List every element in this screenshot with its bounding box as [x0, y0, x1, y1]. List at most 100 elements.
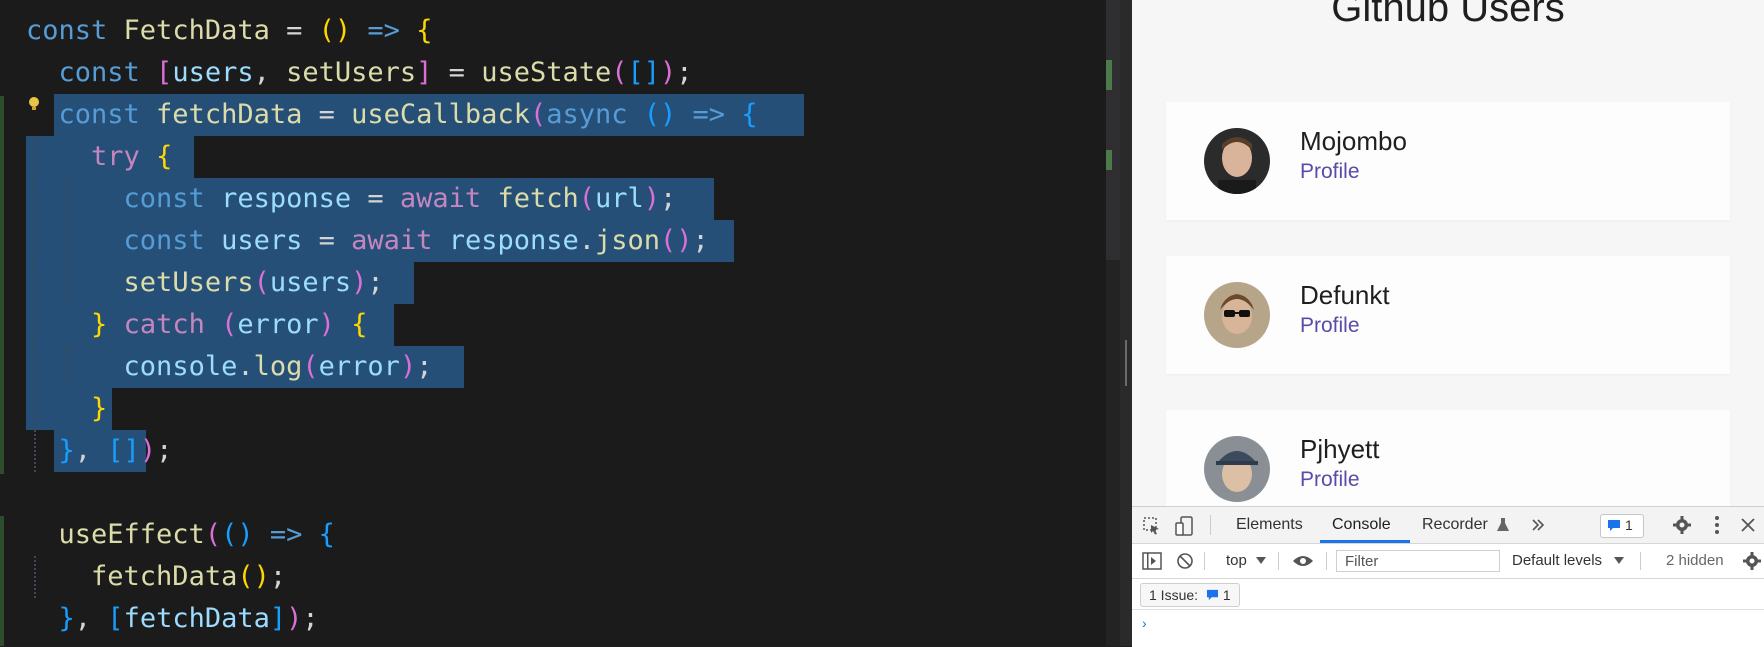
code-token: } [91, 393, 108, 424]
code-token: users [221, 225, 303, 256]
code-token: ; [269, 561, 287, 592]
context-selector[interactable]: top [1226, 552, 1247, 569]
code-editor[interactable]: const FetchData = () => { const [users, … [0, 0, 1120, 646]
code-line[interactable]: try { [26, 136, 172, 178]
code-token: . [237, 351, 254, 382]
console-settings-icon[interactable] [1742, 551, 1762, 571]
code-line[interactable]: setUsers(users); [26, 262, 384, 304]
code-token: setUsers [123, 267, 254, 298]
issues-badge[interactable]: 1 [1600, 514, 1644, 538]
profile-link[interactable]: Profile [1300, 468, 1360, 492]
code-line[interactable]: const FetchData = () => { [26, 10, 432, 52]
close-icon[interactable] [1740, 517, 1756, 533]
code-token: const [26, 15, 124, 46]
page-title: Github Users [1331, 0, 1565, 30]
device-toolbar-icon[interactable] [1174, 515, 1194, 537]
code-token: ; [676, 57, 693, 88]
code-token: ) [286, 603, 303, 634]
chevron-down-icon [1614, 557, 1624, 564]
code-token: log [253, 351, 303, 382]
code-line[interactable]: } catch (error) { [26, 304, 367, 346]
code-token: ; [416, 351, 433, 382]
code-token: ( [578, 183, 595, 214]
code-token: { [156, 141, 173, 172]
code-token: [ [107, 603, 124, 634]
code-line[interactable]: const fetchData = useCallback(async () =… [26, 94, 758, 136]
editor-scroll-thumb[interactable] [1106, 0, 1120, 260]
tab-recorder[interactable]: Recorder [1422, 516, 1488, 534]
chevron-down-icon [1256, 557, 1266, 564]
code-token: ; [302, 603, 319, 634]
code-token: ) [351, 267, 368, 298]
console-prompt[interactable]: › [1142, 615, 1147, 631]
code-token: useCallback [351, 99, 530, 130]
gear-icon[interactable] [1672, 515, 1692, 535]
code-token: ( [529, 99, 547, 130]
code-line[interactable]: console.log(error); [26, 346, 433, 388]
profile-link[interactable]: Profile [1300, 160, 1360, 184]
inspect-element-icon[interactable] [1142, 516, 1162, 536]
code-token: => [367, 15, 400, 46]
issues-label: 1 Issue: [1149, 587, 1199, 603]
code-token: users [172, 57, 254, 88]
code-token: response [448, 225, 579, 256]
toolbar-divider [1326, 552, 1327, 570]
code-token: console [123, 351, 238, 382]
code-line[interactable]: } [26, 388, 107, 430]
more-options-icon[interactable] [1714, 515, 1720, 535]
code-token: , [253, 57, 287, 88]
code-token: = [432, 57, 482, 88]
toolbar-divider [1204, 552, 1205, 570]
code-token: fetchData [91, 561, 238, 592]
code-line[interactable]: useEffect(() => { [26, 514, 335, 556]
user-card: Mojombo Profile [1166, 102, 1730, 220]
tab-console[interactable]: Console [1332, 516, 1391, 534]
code-token: ; [156, 435, 173, 466]
code-line[interactable]: const response = await fetch(url); [26, 178, 677, 220]
active-tab-indicator [1320, 540, 1410, 543]
code-line[interactable]: }, [fetchData]); [26, 598, 319, 640]
pane-splitter[interactable] [1120, 0, 1132, 646]
code-line[interactable]: const [users, setUsers] = useState([]); [26, 52, 693, 94]
splitter-grip[interactable] [1125, 340, 1127, 386]
user-name: Mojombo [1300, 126, 1407, 156]
user-card: Defunkt Profile [1166, 256, 1730, 374]
tab-elements[interactable]: Elements [1236, 516, 1303, 534]
code-token: try [91, 141, 140, 172]
code-token: ( [204, 519, 222, 550]
gutter-change-marker [0, 516, 4, 646]
code-token: => [692, 99, 726, 130]
profile-link[interactable]: Profile [1300, 314, 1360, 338]
toolbar-divider [1278, 552, 1279, 570]
sidebar-toggle-icon[interactable] [1142, 552, 1162, 570]
code-token: const [26, 57, 157, 88]
code-token: setUsers [286, 57, 417, 88]
code-line[interactable]: const users = await response.json(); [26, 220, 709, 262]
eye-icon[interactable] [1292, 554, 1314, 568]
code-token: users [269, 267, 352, 298]
code-token: ] [269, 603, 287, 634]
filter-input[interactable]: Filter [1336, 550, 1500, 572]
code-token: [] [107, 435, 140, 466]
double-chevron-icon[interactable] [1530, 517, 1546, 533]
clear-console-icon[interactable] [1176, 552, 1194, 570]
log-levels-dropdown[interactable]: Default levels [1512, 552, 1602, 569]
lightbulb-icon[interactable] [28, 96, 40, 112]
code-line[interactable]: }, []); [26, 430, 173, 472]
message-icon [1608, 520, 1620, 531]
code-line[interactable]: fetchData(); [26, 556, 286, 598]
issues-button[interactable]: 1 Issue: 1 [1140, 583, 1240, 607]
code-token: async [546, 99, 628, 130]
code-token: = [302, 225, 352, 256]
